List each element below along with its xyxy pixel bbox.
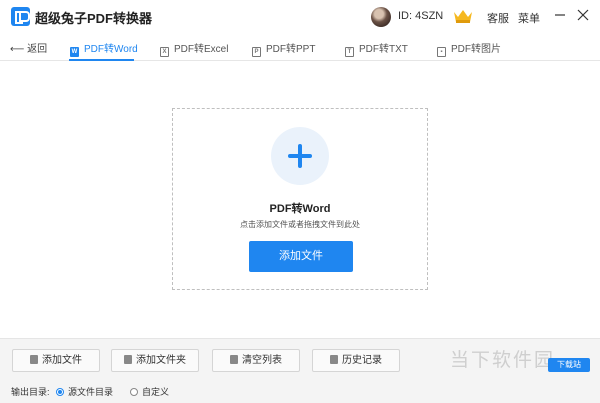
history-button[interactable]: 历史记录 bbox=[312, 349, 400, 372]
history-icon bbox=[330, 355, 338, 364]
drop-zone-title: PDF转Word bbox=[269, 203, 331, 215]
image-icon: ▪ bbox=[437, 47, 446, 57]
button-label: 添加文件 bbox=[42, 355, 82, 366]
add-folder-button[interactable]: 添加文件夹 bbox=[111, 349, 199, 372]
conversion-tabs: ⟵ 返回 W PDF转Word X PDF转Excel P PDF转PPT T PDF转… bbox=[0, 33, 600, 61]
title-bar: 超级兔子PDF转换器 ID: 4SZN 客服 菜单 bbox=[0, 0, 600, 33]
radio-custom-directory[interactable]: 自定义 bbox=[130, 385, 169, 398]
user-id: ID: 4SZN bbox=[398, 10, 444, 22]
back-label: 返回 bbox=[27, 44, 48, 55]
tab-label: PDF转TXT bbox=[359, 44, 408, 55]
drop-zone-hint: 点击添加文件或者拖拽文件到此处 bbox=[240, 220, 360, 229]
button-label: 清空列表 bbox=[242, 355, 282, 366]
user-avatar[interactable] bbox=[371, 7, 391, 27]
menu-button[interactable]: 菜单 bbox=[518, 10, 540, 26]
app-title: 超级兔子PDF转换器 bbox=[35, 11, 153, 26]
tab-label: PDF转PPT bbox=[266, 44, 316, 55]
back-button[interactable]: ⟵ 返回 bbox=[10, 40, 47, 55]
tab-pdf-to-excel[interactable]: X PDF转Excel bbox=[160, 40, 228, 57]
clear-list-button[interactable]: 清空列表 bbox=[212, 349, 300, 372]
radio-label: 源文件目录 bbox=[68, 387, 114, 397]
tab-pdf-to-ppt[interactable]: P PDF转PPT bbox=[252, 40, 315, 57]
tab-label: PDF转图片 bbox=[451, 44, 501, 55]
tab-pdf-to-word[interactable]: W PDF转Word bbox=[70, 40, 138, 57]
arrow-left-icon: ⟵ bbox=[10, 44, 25, 55]
button-label: 历史记录 bbox=[342, 355, 382, 366]
app-logo-icon bbox=[11, 7, 30, 26]
vip-crown-icon[interactable] bbox=[452, 8, 474, 24]
active-tab-indicator bbox=[69, 59, 134, 61]
tab-label: PDF转Word bbox=[84, 44, 138, 55]
bottom-add-file-button[interactable]: 添加文件 bbox=[12, 349, 100, 372]
close-icon[interactable] bbox=[576, 8, 590, 22]
radio-source-directory[interactable]: 源文件目录 bbox=[56, 385, 113, 398]
radio-unchecked-icon bbox=[130, 388, 138, 396]
trash-icon bbox=[230, 355, 238, 364]
tab-pdf-to-image[interactable]: ▪ PDF转图片 bbox=[437, 40, 501, 57]
plus-icon[interactable] bbox=[271, 127, 329, 185]
minimize-icon[interactable] bbox=[553, 8, 567, 22]
watermark-text: 当下软件园 bbox=[450, 350, 556, 371]
add-file-button[interactable]: 添加文件 bbox=[249, 241, 353, 272]
watermark-badge: 下载站 bbox=[548, 358, 590, 372]
txt-icon: T bbox=[345, 47, 354, 57]
word-icon: W bbox=[70, 47, 79, 57]
customer-service-button[interactable]: 客服 bbox=[487, 10, 509, 26]
excel-icon: X bbox=[160, 47, 169, 57]
radio-checked-icon bbox=[56, 388, 64, 396]
tab-label: PDF转Excel bbox=[174, 44, 229, 55]
output-directory-label: 输出目录: bbox=[11, 387, 50, 397]
button-label: 添加文件夹 bbox=[136, 355, 186, 366]
file-add-icon bbox=[30, 355, 38, 364]
ppt-icon: P bbox=[252, 47, 261, 57]
tab-pdf-to-txt[interactable]: T PDF转TXT bbox=[345, 40, 408, 57]
file-drop-zone[interactable]: PDF转Word 点击添加文件或者拖拽文件到此处 添加文件 bbox=[172, 108, 428, 290]
folder-add-icon bbox=[124, 355, 132, 364]
radio-label: 自定义 bbox=[142, 387, 170, 397]
